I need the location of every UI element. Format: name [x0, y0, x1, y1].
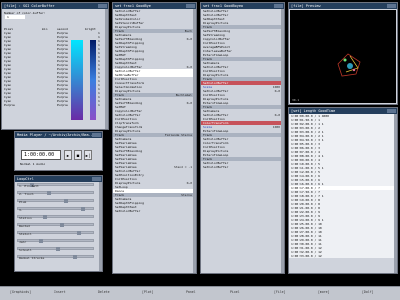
color-buffer-titlebar[interactable]: [file] : SGI ColorBuffer — [2, 3, 108, 9]
slider-knob[interactable] — [39, 239, 43, 243]
preview-titlebar[interactable]: [file] Preview — [289, 3, 397, 9]
slider-knob[interactable] — [77, 231, 81, 235]
track-item[interactable]: SetColorBuffer — [113, 209, 196, 213]
loop-track-label: 3. — [19, 208, 23, 212]
slider-knob[interactable] — [73, 255, 77, 259]
color-name: Purple — [4, 103, 15, 107]
color-buffer-window[interactable]: [file] : SGI ColorBuffer Number of color… — [1, 2, 109, 130]
media-player-window[interactable]: Media Player / ~/Archiv/Archiv/Bea... 1:… — [14, 131, 103, 171]
window-title: Media Player / ~/Archiv/Archiv/Bea... — [17, 133, 95, 137]
loop-track-label: Schnell — [19, 248, 32, 252]
bottom-toolbar: [Graphicds] Insert Delete [Plot] Panel Pixel [… — [0, 286, 400, 300]
loop-track-label: Station — [19, 216, 32, 220]
loop-track-row[interactable]: Statoil — [15, 230, 102, 238]
toolbar-button[interactable]: Panel — [186, 290, 196, 295]
length-goodtime-log[interactable]: [set] Length GoodTime 1:00:00.00.0 / 1 4… — [288, 107, 398, 274]
loop-track-row[interactable]: Plum — [15, 198, 102, 206]
slider-knob[interactable] — [64, 199, 68, 203]
loop-track-label: Wankel Strecke — [19, 256, 45, 260]
window-buttons[interactable] — [186, 4, 195, 8]
play-button[interactable]: ▶ — [64, 150, 72, 160]
color-index: 1 — [98, 103, 100, 107]
window-buttons[interactable] — [387, 109, 396, 113]
loop-track-label: 2. Tisch — [19, 192, 34, 196]
toolbar-button[interactable]: [Dolf] — [362, 290, 374, 295]
goodbye-items: SetColorBuffer SetDepthTest SetGlobalColor… — [113, 9, 196, 213]
loop-track-label: Plum — [19, 200, 27, 204]
stop-button[interactable]: ■ — [74, 150, 82, 160]
window-buttons[interactable] — [98, 4, 107, 8]
log-row[interactable]: 1:00:33.00.0 / 12 — [289, 254, 397, 258]
slider-knob[interactable] — [56, 247, 60, 251]
loop-track-label: 1. Ein Bett — [19, 184, 39, 188]
toolbar-button[interactable]: [Plot] — [142, 290, 154, 295]
preview-window[interactable]: [file] Preview 30.1 — [288, 2, 398, 105]
loop-slider[interactable] — [17, 199, 94, 203]
loop-track-row[interactable]: Wanted — [15, 222, 102, 230]
track-item-label: SetColorBuffer — [203, 165, 229, 169]
slider-knob[interactable] — [60, 223, 64, 227]
log-rows: 1:00:00.00.0 / 1 4000 1:00:01.50.0 / 1 1:0… — [289, 114, 397, 258]
goodbye-track-list[interactable]: set frac1 GoodBye SetColorBuffer SetDepth… — [112, 2, 197, 274]
toolbar-button[interactable]: [File] — [274, 290, 286, 295]
loop-track-row[interactable]: Schnell — [15, 246, 102, 254]
scrollbar[interactable] — [394, 114, 397, 273]
loop-track-row[interactable]: 2. Tisch — [15, 190, 102, 198]
window-title: set frac1 GoodBoyeo — [203, 4, 244, 8]
preview-info: 30.1 — [292, 98, 300, 102]
preview-scene — [337, 53, 361, 77]
slider-knob[interactable] — [47, 191, 51, 195]
loop-track-label: Statoil — [19, 232, 32, 236]
toolbar-button[interactable]: Delete — [98, 290, 110, 295]
window-title: [set] Length GoodTime — [291, 109, 336, 113]
loop-track-label: Jahr — [19, 240, 27, 244]
color-value: Purple — [57, 103, 68, 107]
window-title: [file] : SGI ColorBuffer — [4, 4, 55, 8]
media-status: Normal 1 Audio — [20, 162, 46, 166]
toolbar-button[interactable]: Insert — [54, 290, 66, 295]
scrollbar[interactable] — [193, 9, 196, 273]
track-item[interactable]: SetColorBuffer — [201, 165, 284, 169]
goodboyeo1-items: SetColorBuffer SetColorBuffer SetDepthTest… — [201, 9, 284, 169]
goodboyeo-track-list-1[interactable]: set frac1 GoodBoyeo SetColorBuffer SetCol… — [200, 2, 285, 274]
scrollbar[interactable] — [99, 182, 102, 271]
loop-track-row[interactable]: Station — [15, 214, 102, 222]
scrollbar[interactable] — [281, 9, 284, 273]
loop-slider-list: 1. Ein Bett 2. Tisch Plum 3. Station Wanted St… — [15, 182, 102, 262]
loop-control-window[interactable]: LoopCtrl 1. Ein Bett 2. Tisch Plum 3. Statio… — [14, 175, 103, 272]
window-title: set frac1 GoodBye — [115, 4, 151, 8]
slider-knob[interactable] — [43, 215, 47, 219]
window-buttons[interactable] — [92, 177, 101, 181]
window-title: LoopCtrl — [17, 177, 34, 181]
loop-track-row[interactable]: 3. — [15, 206, 102, 214]
media-titlebar[interactable]: Media Player / ~/Archiv/Archiv/Bea... — [15, 132, 102, 138]
cyan-gradient-bar — [71, 40, 83, 120]
loop-track-label: Wanted — [19, 224, 30, 228]
loop-track-row[interactable]: Wankel Strecke — [15, 254, 102, 262]
gradient-plot — [90, 40, 96, 120]
loop-slider[interactable] — [17, 207, 94, 211]
buffer-count-field[interactable]: 1 — [5, 15, 25, 19]
window-buttons[interactable] — [387, 4, 396, 8]
next-button[interactable]: ▶| — [84, 150, 92, 160]
media-time-display: 1:00:00.00 — [21, 150, 61, 160]
loop-track-row[interactable]: Jahr — [15, 238, 102, 246]
loop-track-row[interactable]: 1. Ein Bett — [15, 182, 102, 190]
window-buttons[interactable] — [274, 4, 283, 8]
toolbar-button[interactable]: [more] — [318, 290, 330, 295]
track-item-label: SetColorBuffer — [115, 209, 141, 213]
scrollbar[interactable] — [105, 9, 108, 129]
loop-slider[interactable] — [17, 239, 94, 243]
slider-knob[interactable] — [81, 207, 85, 211]
toolbar-button[interactable]: Pixel — [230, 290, 240, 295]
toolbar-button[interactable]: [Graphicds] — [10, 290, 31, 295]
window-title: [file] Preview — [291, 4, 321, 8]
preview-canvas[interactable]: 30.1 — [290, 10, 396, 103]
window-buttons[interactable] — [92, 133, 101, 137]
